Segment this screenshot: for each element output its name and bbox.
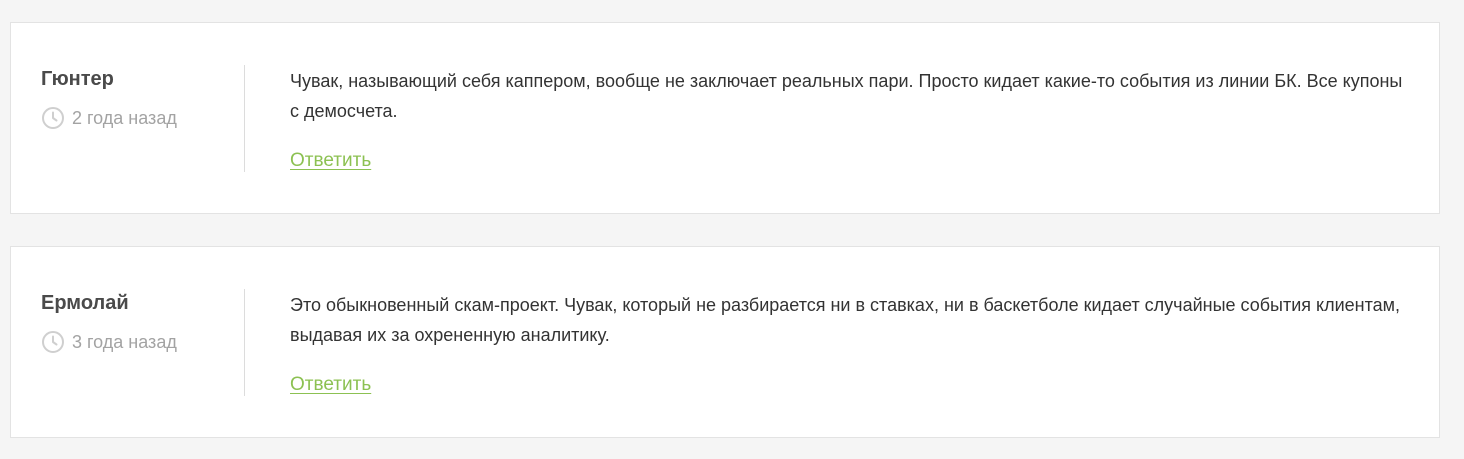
comment-card: Гюнтер 2 года назад Чувак, называющий се… <box>10 22 1440 214</box>
comment-author: Гюнтер <box>41 68 114 90</box>
comment-time-row: 2 года назад <box>41 106 231 130</box>
comment-time-row: 3 года назад <box>41 330 231 354</box>
comment-body: Чувак, называющий себя каппером, вообще … <box>290 66 1410 173</box>
comments-list: Гюнтер 2 года назад Чувак, называющий се… <box>0 0 1464 459</box>
comment-body: Это обыкновенный скам-проект. Чувак, кот… <box>290 290 1410 397</box>
comment-time: 2 года назад <box>72 108 177 128</box>
comment-card: Ермолай 3 года назад Это обыкновенный ск… <box>10 246 1440 438</box>
reply-link[interactable]: Ответить <box>290 149 371 173</box>
comment-meta: Гюнтер 2 года назад <box>41 67 231 130</box>
comment-time: 3 года назад <box>72 332 177 352</box>
comment-divider <box>244 65 245 172</box>
comment-meta: Ермолай 3 года назад <box>41 291 231 354</box>
reply-link[interactable]: Ответить <box>290 373 371 397</box>
comment-text: Это обыкновенный скам-проект. Чувак, кот… <box>290 295 1401 345</box>
comment-author: Ермолай <box>41 292 129 314</box>
clock-icon <box>42 331 64 353</box>
comment-text: Чувак, называющий себя каппером, вообще … <box>290 71 1403 121</box>
clock-icon <box>42 107 64 129</box>
comment-divider <box>244 289 245 396</box>
